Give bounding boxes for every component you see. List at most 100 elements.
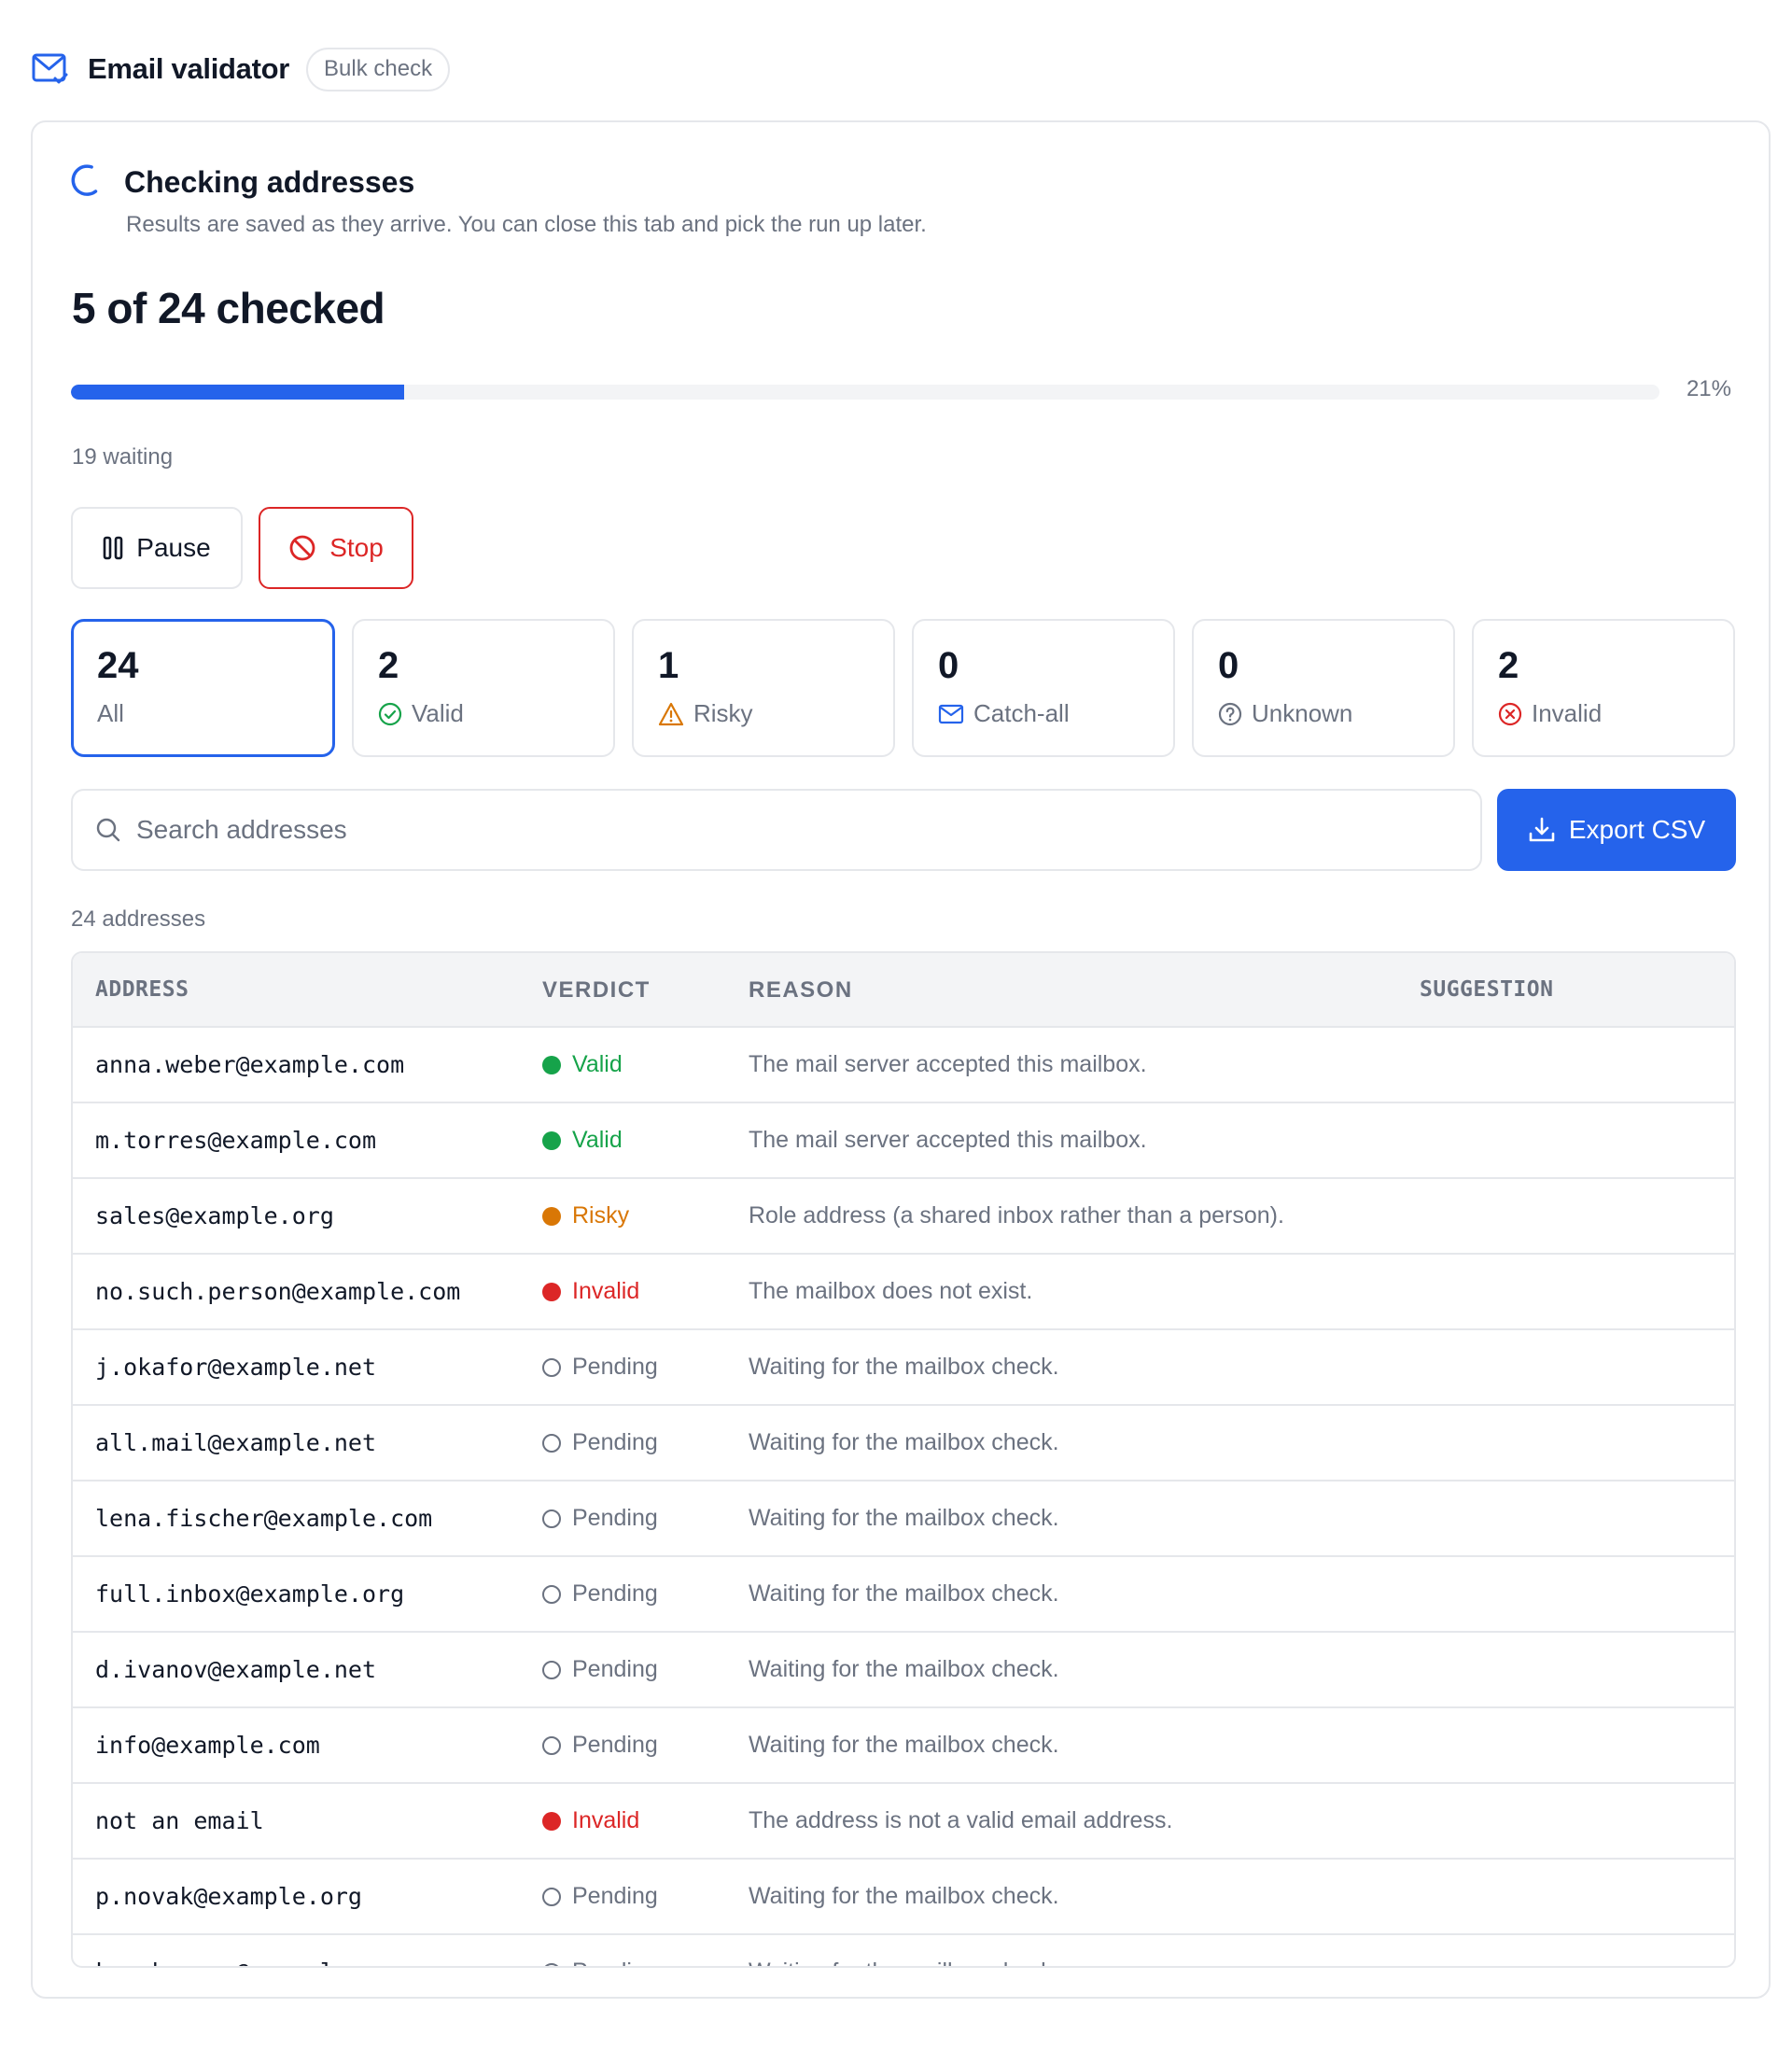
table-row[interactable]: p.novak@example.org Pending Waiting for th… — [73, 1860, 1734, 1935]
table-row[interactable]: not an email Invalid The address is not a … — [73, 1784, 1734, 1860]
table-row[interactable]: d.ivanov@example.net Pending Waiting for t… — [73, 1633, 1734, 1708]
row-reason: The address is not a valid email address… — [749, 1807, 1173, 1833]
table-row[interactable]: anna.weber@example.com Valid The mail serv… — [73, 1028, 1734, 1103]
row-address: lena.fischer@example.com — [95, 1505, 433, 1532]
row-address: m.torres@example.com — [95, 1127, 377, 1154]
table-row[interactable]: sales@example.org Risky Role address (a sh… — [73, 1179, 1734, 1255]
filter-count: 2 — [378, 645, 399, 686]
pause-button[interactable]: Pause — [71, 507, 243, 589]
export-csv-button[interactable]: Export CSV — [1497, 789, 1736, 871]
pending-circle-icon — [542, 1735, 561, 1755]
row-verdict: Invalid — [542, 1784, 639, 1858]
search-input[interactable] — [136, 815, 1424, 845]
checked-count: 5 of 24 checked — [72, 284, 385, 332]
filter-count: 2 — [1498, 645, 1519, 686]
row-reason: The mailbox does not exist. — [749, 1278, 1033, 1304]
row-address: full.inbox@example.org — [95, 1580, 405, 1608]
row-address: info@example.com — [95, 1732, 320, 1759]
mode-badge: Bulk check — [306, 47, 451, 91]
row-reason: Waiting for the mailbox check. — [749, 1656, 1059, 1682]
search-box[interactable] — [71, 789, 1482, 871]
row-verdict: Pending — [542, 1860, 658, 1933]
status-dot-icon — [542, 1282, 561, 1301]
row-reason: The mail server accepted this mailbox. — [749, 1127, 1147, 1153]
table-row[interactable]: no.such.person@example.com Invalid The mai… — [73, 1255, 1734, 1330]
filter-risky[interactable]: 1 Risky — [632, 619, 895, 757]
row-verdict: Pending — [542, 1935, 658, 1966]
row-reason: Waiting for the mailbox check. — [749, 1354, 1059, 1380]
pending-circle-icon — [542, 1357, 561, 1377]
filter-label: All — [97, 699, 124, 727]
table-body: anna.weber@example.com Valid The mail serv… — [73, 1028, 1734, 1966]
verdict-label: Pending — [572, 1883, 658, 1909]
download-icon — [1529, 817, 1555, 842]
table-row[interactable]: full.inbox@example.org Pending Waiting for… — [73, 1557, 1734, 1633]
filter-unknown[interactable]: 0 Unknown — [1192, 619, 1455, 757]
table-row[interactable]: all.mail@example.net Pending Waiting for t… — [73, 1406, 1734, 1481]
table-row[interactable]: info@example.com Pending Waiting for the m… — [73, 1708, 1734, 1784]
progress-fill — [71, 385, 405, 400]
address-count: 24 addresses — [71, 906, 206, 932]
pending-circle-icon — [542, 1509, 561, 1528]
row-verdict: Invalid — [542, 1255, 639, 1328]
verdict-label: Risky — [572, 1202, 630, 1229]
row-reason: Waiting for the mailbox check. — [749, 1883, 1059, 1909]
filter-catch-all[interactable]: 0 Catch-all — [912, 619, 1175, 757]
column-header-address: ADDRESS — [95, 977, 189, 1002]
table-row[interactable]: k.nakamura@example.com Pending Waiting for… — [73, 1935, 1734, 1966]
pending-circle-icon — [542, 1433, 561, 1453]
results-table[interactable]: ADDRESS VERDICT REASON SUGGESTION anna.w… — [71, 951, 1736, 1968]
status-row: Checking addresses — [70, 163, 414, 201]
search-icon — [96, 818, 120, 842]
verdict-label: Pending — [572, 1959, 658, 1966]
verdict-label: Pending — [572, 1732, 658, 1758]
filter-label: Risky — [693, 699, 753, 727]
row-address: anna.weber@example.com — [95, 1051, 405, 1078]
verdict-label: Pending — [572, 1505, 658, 1531]
row-verdict: Valid — [542, 1028, 623, 1102]
status-dot-icon — [542, 1055, 561, 1074]
filter-all[interactable]: 24 All — [71, 619, 335, 757]
filter-valid[interactable]: 2 Valid — [352, 619, 615, 757]
row-reason: Waiting for the mailbox check. — [749, 1935, 1059, 1966]
status-subtitle: Results are saved as they arrive. You ca… — [126, 212, 927, 237]
table-row[interactable]: j.okafor@example.net Pending Waiting for t… — [73, 1330, 1734, 1406]
filter-count: 1 — [658, 645, 679, 686]
row-reason: Waiting for the mailbox check. — [749, 1580, 1059, 1607]
row-verdict: Risky — [542, 1179, 629, 1253]
table-header: ADDRESS VERDICT REASON SUGGESTION — [73, 953, 1734, 1028]
verdict-filters: 24 All 2 Valid 1 Risky 0 Catch-all 0 Unk… — [71, 619, 1735, 757]
column-header-reason: REASON — [749, 977, 853, 1003]
filter-count: 0 — [1218, 645, 1239, 686]
status-dot-icon — [542, 1206, 561, 1226]
app-header: Email validator Bulk check — [32, 47, 451, 91]
row-verdict: Pending — [542, 1330, 658, 1404]
progress-bar — [71, 385, 1659, 400]
row-reason: The mail server accepted this mailbox. — [749, 1051, 1147, 1077]
row-address: no.such.person@example.com — [95, 1278, 461, 1305]
app-title: Email validator — [88, 52, 290, 85]
row-address: d.ivanov@example.net — [95, 1656, 377, 1683]
column-header-suggestion: SUGGESTION — [1420, 977, 1554, 1002]
row-address: not an email — [95, 1807, 264, 1834]
filter-label: Valid — [412, 699, 464, 727]
spinner-icon — [70, 163, 104, 197]
filter-label: Invalid — [1532, 699, 1603, 727]
envelope-icon — [938, 704, 964, 723]
row-address: sales@example.org — [95, 1202, 334, 1229]
x-circle-icon — [1498, 702, 1522, 725]
stop-button[interactable]: Stop — [259, 507, 413, 589]
row-reason: Waiting for the mailbox check. — [749, 1505, 1059, 1531]
filter-invalid[interactable]: 2 Invalid — [1472, 619, 1735, 757]
row-verdict: Valid — [542, 1103, 623, 1177]
status-dot-icon — [542, 1811, 561, 1831]
pending-circle-icon — [542, 1584, 561, 1604]
row-address: j.okafor@example.net — [95, 1354, 377, 1381]
status-title: Checking addresses — [124, 165, 415, 199]
table-row[interactable]: lena.fischer@example.com Pending Waiting f… — [73, 1481, 1734, 1557]
mail-check-icon — [32, 52, 69, 86]
row-verdict: Pending — [542, 1481, 658, 1555]
row-reason: Waiting for the mailbox check. — [749, 1429, 1059, 1455]
table-row[interactable]: m.torres@example.com Valid The mail server… — [73, 1103, 1734, 1179]
filter-label: Catch-all — [973, 699, 1070, 727]
